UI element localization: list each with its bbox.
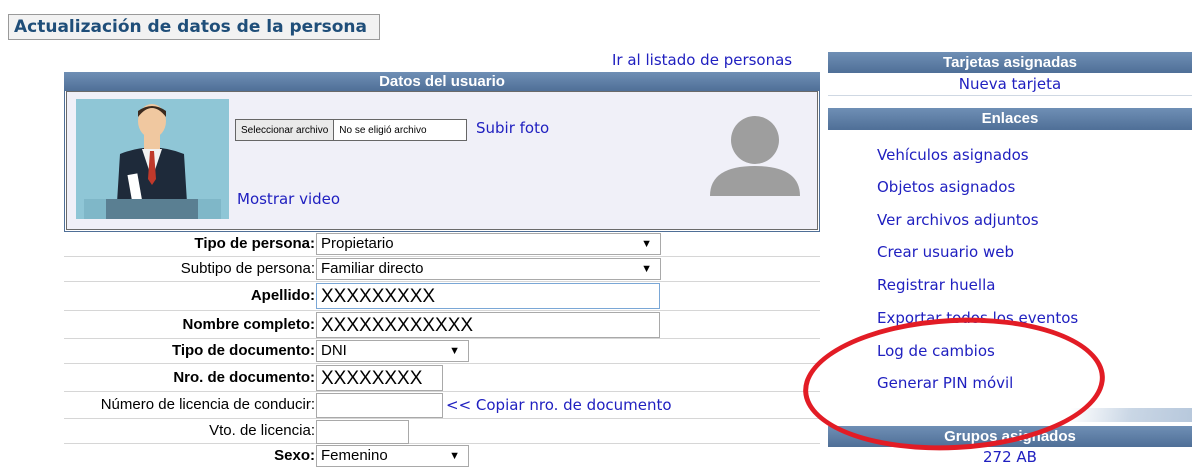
form-row-subtipo-persona: Subtipo de persona: Familiar directo ▼ <box>64 257 820 282</box>
tipo-persona-value: Propietario <box>321 235 394 252</box>
licencia-label: Número de licencia de conducir: <box>100 396 315 413</box>
select-file-button[interactable]: Seleccionar archivo <box>236 120 335 140</box>
form-row-vto-licencia: Vto. de licencia: <box>64 419 820 444</box>
tipo-persona-label: Tipo de persona: <box>194 235 315 252</box>
vehicles-link[interactable]: Vehículos asignados <box>877 146 1029 164</box>
list-people-link[interactable]: Ir al listado de personas <box>612 51 792 69</box>
show-video-link[interactable]: Mostrar video <box>237 190 340 208</box>
sexo-value: Femenino <box>321 447 388 464</box>
form-row-nombre: Nombre completo: XXXXXXXXXXXX <box>64 311 820 339</box>
register-fingerprint-link[interactable]: Registrar huella <box>877 276 995 294</box>
tipo-persona-select[interactable]: Propietario ▼ <box>316 233 661 255</box>
form-row-nro-documento: Nro. de documento: XXXXXXXX <box>64 364 820 392</box>
links-header: Enlaces <box>828 108 1192 130</box>
user-data-header: Datos del usuario <box>64 72 820 91</box>
vto-licencia-input[interactable] <box>316 420 409 444</box>
businessman-illustration-icon <box>76 99 229 219</box>
group-item-link[interactable]: 272 AB <box>828 448 1192 466</box>
divider <box>828 95 1192 96</box>
cards-header: Tarjetas asignadas <box>828 52 1192 73</box>
apellido-label: Apellido: <box>250 287 315 304</box>
form-row-licencia: Número de licencia de conducir: <box>64 392 820 419</box>
file-chooser[interactable]: Seleccionar archivo No se eligió archivo <box>235 119 467 141</box>
form-row-tipo-documento: Tipo de documento: DNI ▼ <box>64 339 820 364</box>
nro-documento-input[interactable]: XXXXXXXX <box>316 365 443 391</box>
sexo-select[interactable]: Femenino ▼ <box>316 445 469 467</box>
nombre-input[interactable]: XXXXXXXXXXXX <box>316 312 660 338</box>
page-title: Actualización de datos de la persona <box>8 14 380 40</box>
nro-documento-label: Nro. de documento: <box>173 369 315 386</box>
chevron-down-icon: ▼ <box>641 238 652 250</box>
subtipo-persona-select[interactable]: Familiar directo ▼ <box>316 258 661 280</box>
vto-licencia-label: Vto. de licencia: <box>209 422 315 439</box>
file-status: No se eligió archivo <box>339 124 427 136</box>
chevron-down-icon: ▼ <box>641 263 652 275</box>
upload-photo-link[interactable]: Subir foto <box>476 119 549 137</box>
chevron-down-icon: ▼ <box>449 345 460 357</box>
chevron-down-icon: ▼ <box>449 450 460 462</box>
new-card-link[interactable]: Nueva tarjeta <box>828 75 1192 93</box>
attachments-link[interactable]: Ver archivos adjuntos <box>877 211 1039 229</box>
copy-document-link[interactable]: << Copiar nro. de documento <box>446 396 672 414</box>
subtipo-persona-label: Subtipo de persona: <box>180 260 315 277</box>
user-photo <box>76 99 229 219</box>
form-row-tipo-persona: Tipo de persona: Propietario ▼ <box>64 232 820 257</box>
sexo-label: Sexo: <box>274 447 315 464</box>
licencia-input[interactable] <box>316 393 443 418</box>
objects-link[interactable]: Objetos asignados <box>877 178 1015 196</box>
apellido-input[interactable]: XXXXXXXXX <box>316 283 660 309</box>
nombre-label: Nombre completo: <box>182 316 315 333</box>
form-row-apellido: Apellido: XXXXXXXXX <box>64 282 820 311</box>
tipo-documento-value: DNI <box>321 342 347 359</box>
subtipo-persona-value: Familiar directo <box>321 260 424 277</box>
tipo-documento-select[interactable]: DNI ▼ <box>316 340 469 362</box>
create-web-user-link[interactable]: Crear usuario web <box>877 243 1014 261</box>
avatar-placeholder-icon <box>710 114 800 196</box>
tipo-documento-label: Tipo de documento: <box>171 342 315 359</box>
